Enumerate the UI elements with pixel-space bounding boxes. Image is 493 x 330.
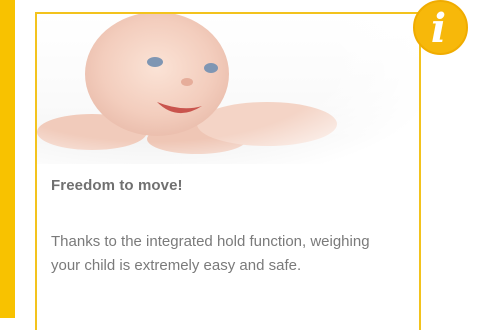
feature-card bbox=[35, 12, 421, 330]
accent-bar bbox=[0, 0, 15, 318]
card-body-text: Thanks to the integrated hold function, … bbox=[51, 233, 370, 274]
card-heading: Freedom to move! bbox=[51, 177, 183, 194]
baby-photo bbox=[37, 14, 419, 164]
info-icon-glyph: i bbox=[430, 4, 447, 52]
info-icon[interactable]: i bbox=[413, 0, 468, 55]
